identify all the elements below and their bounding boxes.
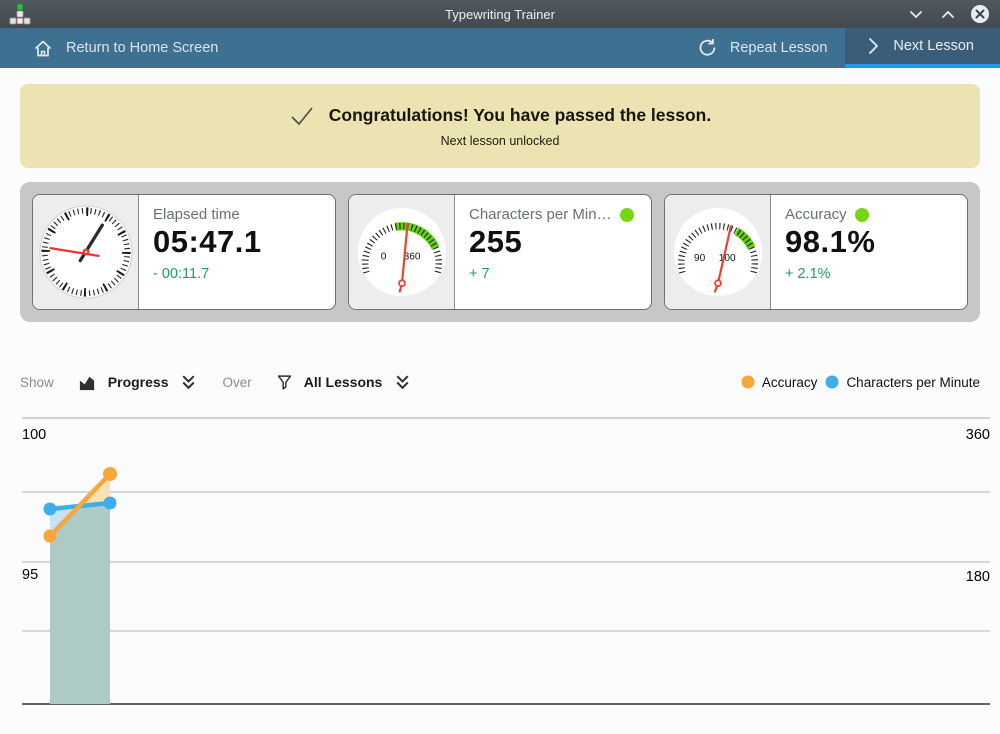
- svg-text:0: 0: [380, 251, 386, 262]
- checkmark-icon: [289, 105, 315, 127]
- toolbar: Return to Home Screen Repeat Lesson Next…: [0, 28, 1000, 68]
- close-button[interactable]: [970, 4, 990, 24]
- chevron-up-icon: [941, 10, 955, 19]
- banner-subtitle: Next lesson unlocked: [441, 134, 560, 148]
- legend-dot-accuracy-icon: [741, 375, 755, 389]
- area-below-both: [50, 503, 110, 704]
- close-icon: [970, 4, 990, 24]
- chevron-down-icon: [909, 10, 923, 19]
- stats-panel: Elapsed time 05:47.1 - 00:11.7 0 360: [20, 182, 980, 322]
- stat-label: Accuracy: [785, 206, 847, 223]
- right-axis-tick-top: 360: [966, 427, 990, 443]
- svg-text:90: 90: [693, 253, 705, 264]
- show-value: Progress: [108, 374, 169, 390]
- legend-dot-cpm-icon: [825, 375, 839, 389]
- stat-card-accuracy: 90 100 Accuracy 98.1% + 2.1%: [664, 194, 968, 310]
- legend-item-cpm: Characters per Minute: [825, 375, 980, 390]
- svg-text:100: 100: [718, 253, 735, 264]
- maximize-button[interactable]: [938, 4, 958, 24]
- titlebar: Typewriting Trainer: [0, 0, 1000, 28]
- stat-value: 98.1%: [785, 224, 953, 260]
- stat-card-elapsed-time: Elapsed time 05:47.1 - 00:11.7: [32, 194, 336, 310]
- left-axis-tick-top: 100: [22, 427, 46, 443]
- over-value: All Lessons: [304, 374, 383, 390]
- clock-icon: [33, 195, 139, 309]
- return-home-button[interactable]: Return to Home Screen: [14, 28, 236, 68]
- refresh-icon: [697, 38, 718, 59]
- stat-change: + 7: [469, 266, 637, 282]
- stat-value: 255: [469, 224, 637, 260]
- area-chart-icon: [78, 373, 97, 392]
- over-label: Over: [222, 375, 251, 390]
- over-selector[interactable]: All Lessons: [276, 373, 413, 392]
- chart-legend: Accuracy Characters per Minute: [741, 375, 980, 390]
- double-chevron-down-icon: [179, 374, 198, 391]
- legend-item-accuracy: Accuracy: [741, 375, 818, 390]
- window-controls: [906, 4, 1000, 24]
- double-chevron-down-icon: [393, 374, 412, 391]
- return-home-label: Return to Home Screen: [66, 40, 218, 56]
- svg-text:360: 360: [403, 251, 420, 262]
- stat-card-cpm: 0 360 Characters per Min… 255 + 7: [348, 194, 652, 310]
- status-dot-icon: [855, 208, 869, 222]
- next-lesson-label: Next Lesson: [893, 38, 974, 54]
- stat-change: - 00:11.7: [153, 266, 321, 282]
- status-dot-icon: [620, 208, 634, 222]
- left-axis-tick-mid: 95: [22, 567, 38, 583]
- gauge-icon: 0 360: [349, 195, 455, 309]
- chart-controls: Show Progress Over All Lessons: [20, 366, 980, 398]
- stat-value: 05:47.1: [153, 224, 321, 260]
- window-title: Typewriting Trainer: [0, 7, 1000, 22]
- repeat-lesson-label: Repeat Lesson: [730, 40, 828, 56]
- stat-change: + 2.1%: [785, 266, 953, 282]
- stat-label: Elapsed time: [153, 206, 240, 223]
- congratulations-banner: Congratulations! You have passed the les…: [20, 84, 980, 168]
- toolbar-spacer: [236, 28, 679, 68]
- app-window: Typewriting Trainer: [0, 0, 1000, 729]
- next-lesson-button[interactable]: Next Lesson: [845, 28, 1000, 68]
- minimize-button[interactable]: [906, 4, 926, 24]
- gauge-icon: 90 100: [665, 195, 771, 309]
- stat-label: Characters per Min…: [469, 206, 612, 223]
- progress-chart: 100 95 360 180: [0, 415, 1000, 729]
- banner-title: Congratulations! You have passed the les…: [329, 105, 712, 126]
- show-selector[interactable]: Progress: [78, 373, 199, 392]
- home-icon: [32, 37, 54, 59]
- repeat-lesson-button[interactable]: Repeat Lesson: [679, 28, 846, 68]
- filter-funnel-icon: [276, 373, 293, 392]
- chevron-right-icon: [865, 36, 881, 56]
- right-axis-tick-mid: 180: [966, 569, 990, 585]
- show-label: Show: [20, 375, 54, 390]
